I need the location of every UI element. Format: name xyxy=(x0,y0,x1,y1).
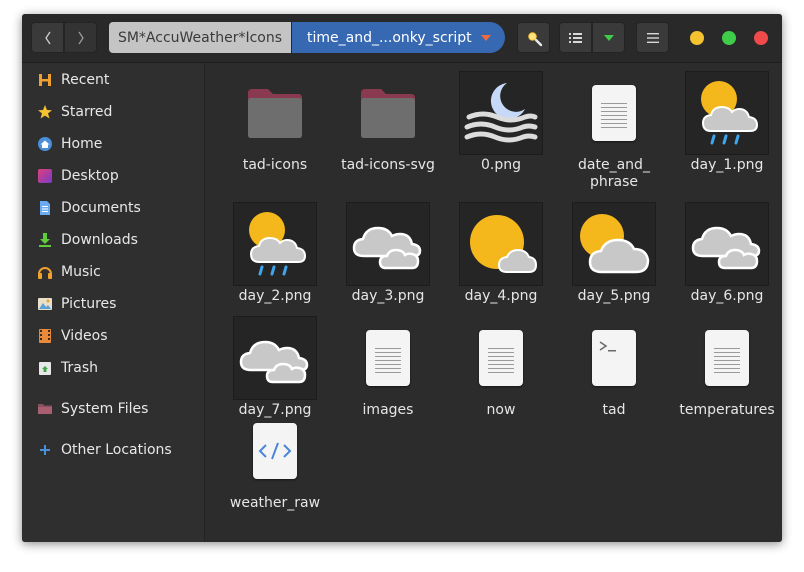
sidebar-item-label: Recent xyxy=(61,72,110,88)
clouds-icon xyxy=(685,202,769,286)
file-grid: tad-icons tad-icons-svg 0.png date_and_ … xyxy=(205,63,782,542)
text-file-icon xyxy=(572,71,656,155)
sidebar-item-starred[interactable]: Starred xyxy=(22,97,204,127)
home-icon xyxy=(37,136,53,152)
sidebar-item-label: Desktop xyxy=(61,168,119,184)
search-button[interactable] xyxy=(517,22,550,53)
sidebar-item-other-locations[interactable]: Other Locations xyxy=(22,435,204,465)
minimize-button[interactable] xyxy=(690,31,704,45)
folder-icon xyxy=(233,71,317,155)
list-view-button[interactable] xyxy=(559,22,592,53)
sun-cloud-icon xyxy=(572,202,656,286)
star-icon xyxy=(37,104,53,120)
back-button[interactable] xyxy=(31,22,64,53)
sidebar-item-label: Starred xyxy=(61,104,113,120)
dropdown-arrow-icon xyxy=(481,35,491,41)
sidebar-item-downloads[interactable]: Downloads xyxy=(22,225,204,255)
close-button[interactable] xyxy=(754,31,768,45)
videos-icon xyxy=(37,328,53,344)
file-name: day_3.png xyxy=(351,288,425,304)
breadcrumb-current-label: time_and_...onky_script xyxy=(307,29,472,46)
headerbar: SM*AccuWeather*Icons time_and_...onky_sc… xyxy=(22,14,782,63)
file-name: day_4.png xyxy=(464,288,538,304)
sidebar-item-label: Trash xyxy=(61,360,98,376)
sidebar-item-label: Videos xyxy=(61,328,108,344)
file-name: day_6.png xyxy=(690,288,764,304)
pictures-icon xyxy=(37,296,53,312)
sidebar-item-home[interactable]: Home xyxy=(22,129,204,159)
file-name: tad-icons xyxy=(242,157,308,173)
file-name: tad-icons-svg xyxy=(341,157,435,173)
file-name: day_5.png xyxy=(577,288,651,304)
downloads-icon xyxy=(37,232,53,248)
sidebar-item-label: Downloads xyxy=(61,232,138,248)
breadcrumb-current[interactable]: time_and_...onky_script xyxy=(292,22,505,53)
documents-icon xyxy=(37,200,53,216)
sidebar: Recent Starred Home Desktop Documents Do… xyxy=(22,63,205,542)
view-options-button[interactable] xyxy=(592,22,625,53)
clouds-icon xyxy=(346,202,430,286)
file-name: weather_raw xyxy=(229,495,321,511)
sidebar-item-desktop[interactable]: Desktop xyxy=(22,161,204,191)
sidebar-item-system-files[interactable]: System Files xyxy=(22,394,204,424)
file-name: day_1.png xyxy=(690,157,764,173)
sun-cloud-rain-icon xyxy=(685,71,769,155)
clouds-icon xyxy=(233,316,317,400)
search-icon xyxy=(526,30,542,46)
file-name: temperatures xyxy=(679,402,775,418)
moon-clouds-icon xyxy=(459,71,543,155)
menu-button[interactable] xyxy=(636,22,669,53)
sun-cloud-rain-icon xyxy=(233,202,317,286)
sidebar-item-trash[interactable]: Trash xyxy=(22,353,204,383)
file-manager-window: SM*AccuWeather*Icons time_and_...onky_sc… xyxy=(22,14,782,542)
desktop-icon xyxy=(37,168,53,184)
file-name: now xyxy=(486,402,516,418)
script-file-icon xyxy=(572,316,656,400)
folder-icon xyxy=(346,71,430,155)
sidebar-item-documents[interactable]: Documents xyxy=(22,193,204,223)
chevron-right-icon xyxy=(77,31,84,44)
drive-icon xyxy=(37,401,53,417)
music-icon xyxy=(37,264,53,280)
maximize-button[interactable] xyxy=(722,31,736,45)
trash-icon xyxy=(37,360,53,376)
forward-button[interactable] xyxy=(64,22,97,53)
list-view-icon xyxy=(568,32,582,43)
sidebar-item-label: Pictures xyxy=(61,296,117,312)
sidebar-item-label: Home xyxy=(61,136,103,152)
file-name: images xyxy=(362,402,414,418)
sidebar-item-videos[interactable]: Videos xyxy=(22,321,204,351)
triangle-down-icon xyxy=(603,34,614,41)
file-name: 0.png xyxy=(480,157,521,173)
sidebar-item-recent[interactable]: Recent xyxy=(22,65,204,95)
recent-icon xyxy=(37,72,53,88)
text-file-icon xyxy=(346,316,430,400)
chevron-left-icon xyxy=(44,31,51,44)
hamburger-icon xyxy=(646,32,659,43)
sidebar-item-pictures[interactable]: Pictures xyxy=(22,289,204,319)
file-name: date_and_ phrase xyxy=(578,157,650,190)
sidebar-item-label: System Files xyxy=(61,401,149,417)
text-file-icon xyxy=(685,316,769,400)
plus-icon xyxy=(37,442,53,458)
sidebar-item-label: Other Locations xyxy=(61,442,172,458)
sidebar-item-label: Documents xyxy=(61,200,141,216)
breadcrumb-parent[interactable]: SM*AccuWeather*Icons xyxy=(109,22,291,53)
file-name: tad xyxy=(602,402,626,418)
sidebar-item-label: Music xyxy=(61,264,101,280)
sidebar-item-music[interactable]: Music xyxy=(22,257,204,287)
file-name: day_2.png xyxy=(238,288,312,304)
text-file-icon xyxy=(459,316,543,400)
code-file-icon xyxy=(233,409,317,493)
sun-cloud-icon xyxy=(459,202,543,286)
